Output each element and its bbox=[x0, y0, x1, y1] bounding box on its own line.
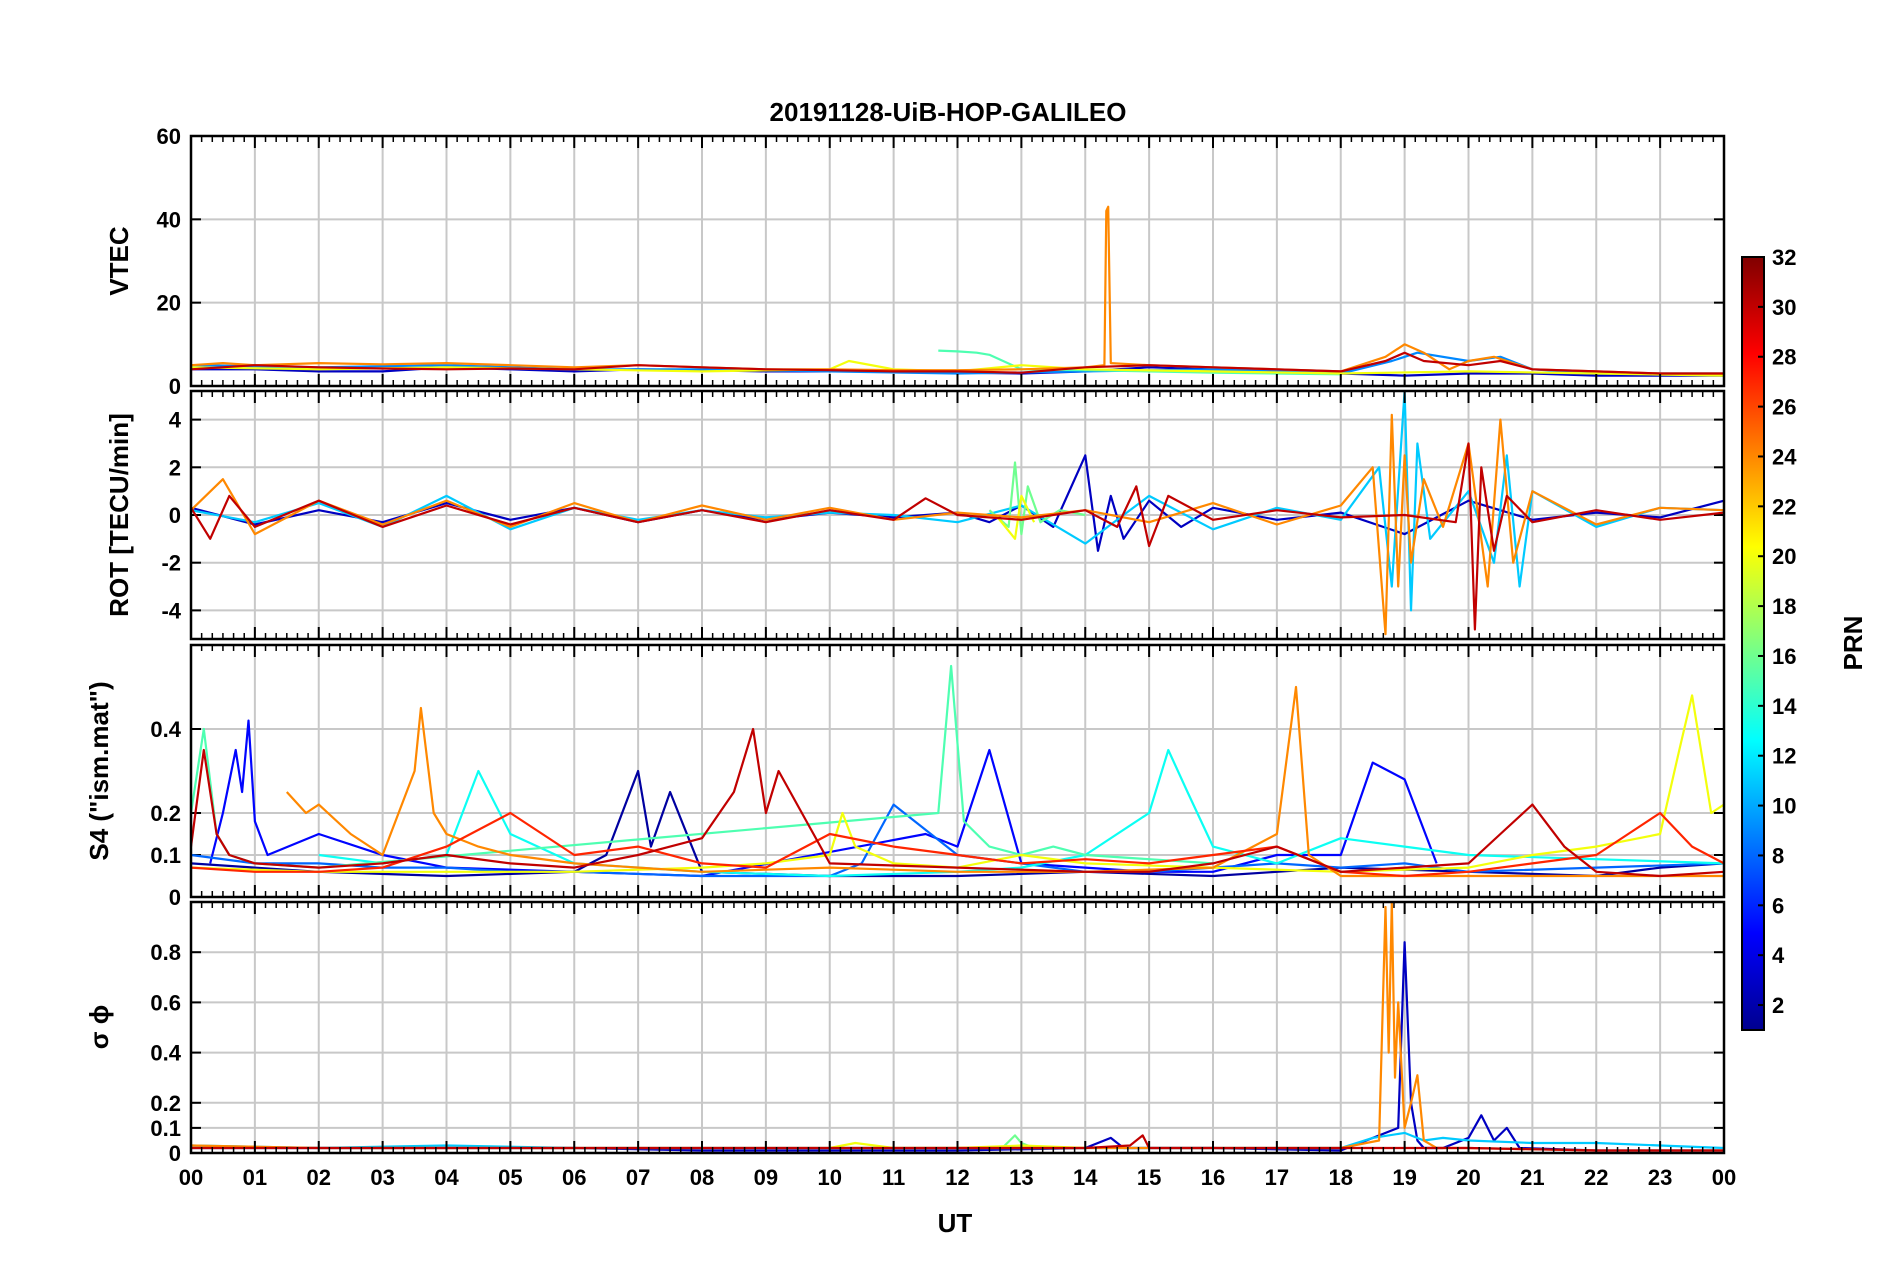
x-tick-label: 21 bbox=[1520, 1165, 1544, 1190]
y-tick-label: 2 bbox=[169, 455, 181, 480]
x-tick-label: 20 bbox=[1456, 1165, 1480, 1190]
y-axis-label-rot: ROT [TECU/min] bbox=[104, 413, 134, 617]
y-tick-label: -2 bbox=[161, 551, 181, 576]
y-tick-label: 4 bbox=[169, 408, 182, 433]
x-tick-label: 23 bbox=[1648, 1165, 1672, 1190]
x-tick-label: 00 bbox=[179, 1165, 203, 1190]
colorbar-tick-label: 2 bbox=[1772, 993, 1784, 1018]
y-tick-label: 40 bbox=[157, 207, 181, 232]
figure: 20191128-UiB-HOP-GALILEO 0204060VTEC-4-2… bbox=[84, 97, 1868, 1238]
y-tick-label: 0.1 bbox=[150, 1116, 181, 1141]
y-tick-label: 0 bbox=[169, 885, 181, 910]
colorbar: 2468101214161820222426283032PRN bbox=[1741, 245, 1868, 1031]
y-tick-label: 0 bbox=[169, 503, 181, 528]
x-axis-label: UT bbox=[938, 1208, 973, 1238]
x-tick-label: 00 bbox=[1712, 1165, 1736, 1190]
x-tick-label: 04 bbox=[434, 1165, 459, 1190]
x-tick-label: 03 bbox=[370, 1165, 394, 1190]
panel-vtec: 0 20 40 60 VTEC bbox=[104, 124, 1726, 399]
colorbar-tick-label: 32 bbox=[1772, 245, 1796, 270]
panel-s4: 0 0.1 0.2 0.4 S4 ("ism.mat") bbox=[84, 643, 1726, 910]
y-tick-label: -4 bbox=[161, 598, 181, 623]
colorbar-tick-label: 26 bbox=[1772, 395, 1796, 420]
colorbar-tick-label: 10 bbox=[1772, 794, 1796, 819]
colorbar-tick-label: 8 bbox=[1772, 843, 1784, 868]
x-tick-label: 15 bbox=[1137, 1165, 1161, 1190]
colorbar-tick-label: 14 bbox=[1772, 694, 1797, 719]
x-tick-label: 14 bbox=[1073, 1165, 1098, 1190]
y-tick-label: 20 bbox=[157, 291, 181, 316]
y-tick-label: 0.8 bbox=[150, 940, 181, 965]
y-tick-label: 0 bbox=[169, 1141, 181, 1166]
colorbar-tick-label: 18 bbox=[1772, 594, 1796, 619]
x-tick-label: 06 bbox=[562, 1165, 586, 1190]
colorbar-tick-label: 22 bbox=[1772, 494, 1796, 519]
colorbar-tick-label: 4 bbox=[1772, 943, 1785, 968]
y-tick-label: 0.2 bbox=[150, 801, 181, 826]
colorbar-gradient bbox=[1741, 256, 1765, 1031]
y-axis-label-vtec: VTEC bbox=[104, 226, 134, 296]
x-tick-label: 12 bbox=[945, 1165, 969, 1190]
colorbar-tick-label: 30 bbox=[1772, 295, 1796, 320]
y-tick-label: 0.6 bbox=[150, 990, 181, 1015]
y-axis-label-s4: S4 ("ism.mat") bbox=[84, 681, 114, 860]
colorbar-tick-label: 6 bbox=[1772, 893, 1784, 918]
colorbar-label: PRN bbox=[1838, 616, 1868, 671]
chart-title: 20191128-UiB-HOP-GALILEO bbox=[770, 97, 1127, 127]
colorbar-tick-label: 28 bbox=[1772, 345, 1796, 370]
panels: 0204060VTEC-4-2024ROT [TECU/min]00.10.20… bbox=[84, 124, 1736, 1190]
x-tick-label: 07 bbox=[626, 1165, 650, 1190]
x-tick-label: 01 bbox=[243, 1165, 267, 1190]
x-tick-label: 10 bbox=[818, 1165, 842, 1190]
x-tick-label: 08 bbox=[690, 1165, 714, 1190]
y-tick-label: 0.4 bbox=[150, 1041, 181, 1066]
colorbar-tick-label: 24 bbox=[1772, 444, 1797, 469]
x-tick-label: 13 bbox=[1009, 1165, 1033, 1190]
x-tick-label: 17 bbox=[1265, 1165, 1289, 1190]
panel-sigma_phi: 00.10.2 0.4 0.6 0.8 σ ϕ bbox=[84, 900, 1726, 1166]
y-tick-label: 0.1 bbox=[150, 843, 181, 868]
y-tick-label: 60 bbox=[157, 124, 181, 149]
colorbar-tick-label: 12 bbox=[1772, 744, 1796, 769]
x-tick-label: 22 bbox=[1584, 1165, 1608, 1190]
colorbar-tick-label: 20 bbox=[1772, 544, 1796, 569]
y-tick-label: 0 bbox=[169, 374, 181, 399]
y-axis-label-sigma_phi: σ ϕ bbox=[84, 1005, 114, 1050]
y-tick-label: 0.4 bbox=[150, 717, 181, 742]
x-tick-label: 11 bbox=[882, 1165, 905, 1190]
x-tick-label: 05 bbox=[498, 1165, 522, 1190]
x-tick-label: 09 bbox=[754, 1165, 778, 1190]
colorbar-tick-label: 16 bbox=[1772, 644, 1796, 669]
x-tick-label: 18 bbox=[1329, 1165, 1353, 1190]
y-tick-label: 0.2 bbox=[150, 1091, 181, 1116]
x-tick-label: 16 bbox=[1201, 1165, 1225, 1190]
x-tick-label: 19 bbox=[1392, 1165, 1416, 1190]
panel-rot: -4 -2 0 2 4 ROT [TECU/min] bbox=[104, 389, 1726, 641]
x-tick-label: 02 bbox=[307, 1165, 331, 1190]
